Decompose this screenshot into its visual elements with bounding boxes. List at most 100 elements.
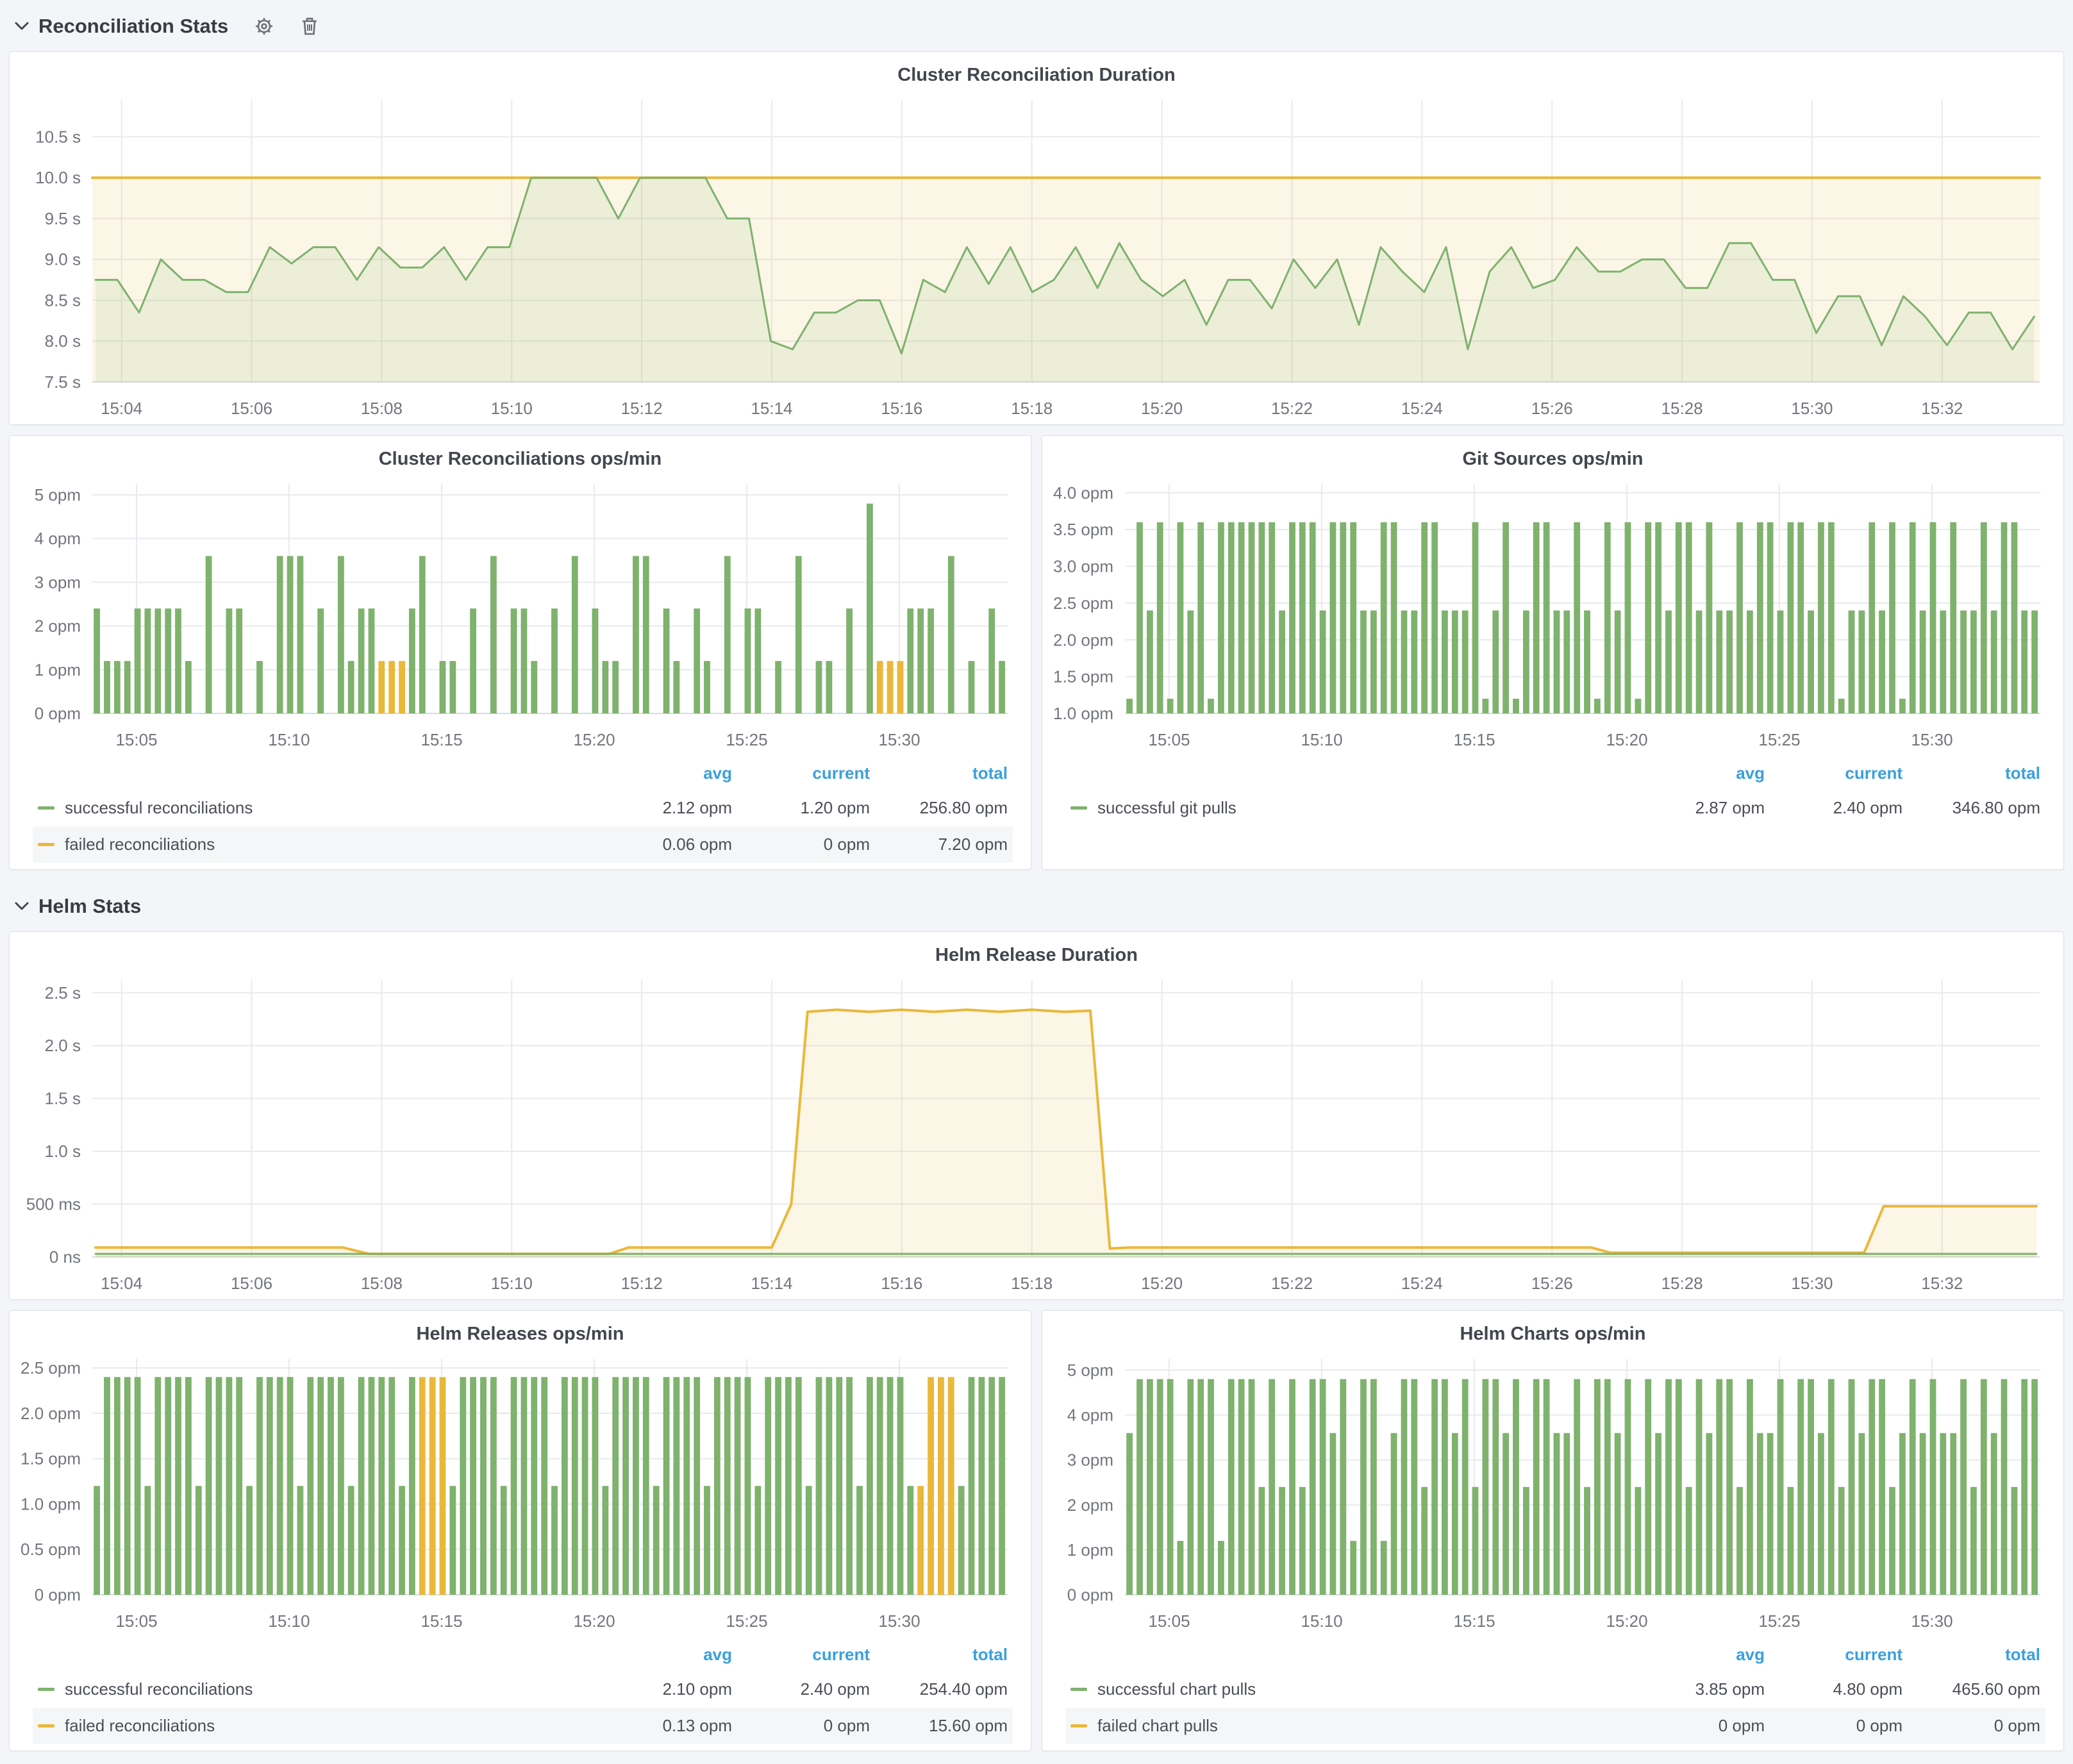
success-bar [1431,1379,1438,1595]
success-bar [947,556,954,714]
legend-sort-total[interactable]: total [870,763,1008,783]
success-bar [988,608,995,713]
legend-value-total: 465.60 opm [1902,1679,2040,1699]
success-bar [663,608,669,713]
success-bar [1635,1487,1641,1595]
success-bar [1808,1379,1814,1595]
series-color-dash-icon [38,806,54,810]
success-bar [1685,522,1692,713]
success-bar [826,1377,832,1595]
success-bar [1360,610,1367,713]
legend-series-label[interactable]: failed reconciliations [33,1716,594,1736]
y-axis-tick-label: 0.5 opm [21,1540,81,1559]
success-bar [1797,522,1804,713]
legend-value-current: 2.40 opm [732,1679,870,1699]
success-bar [1716,1379,1722,1595]
x-axis-tick-label: 15:30 [1791,1274,1833,1293]
success-bar [1848,610,1854,713]
trash-icon[interactable] [300,16,319,37]
success-bar [399,1486,405,1595]
legend-series-label[interactable]: successful reconciliations [33,1679,594,1699]
legend-series-label[interactable]: successful reconciliations [33,798,594,818]
success-bar [1940,1433,1946,1595]
success-bar [2011,522,2017,713]
success-bar [1838,699,1844,713]
legend-series-label[interactable]: failed chart pulls [1065,1716,1627,1736]
x-axis-tick-label: 15:16 [881,1274,922,1293]
legend-sort-current[interactable]: current [732,763,870,783]
panel-title[interactable]: Cluster Reconciliation Duration [10,52,2063,91]
cluster-reconciliation-duration-chart[interactable]: 15:0415:0615:0815:1015:1215:1415:1615:18… [21,91,2052,424]
success-bar [846,1377,853,1595]
legend-sort-avg[interactable]: avg [594,1645,732,1665]
success-bar [205,1377,212,1595]
section-header-reconciliation-stats[interactable]: Reconciliation Stats [14,9,2064,44]
success-bar [785,1377,792,1595]
success-bar [144,1486,151,1595]
success-bar [1503,1433,1509,1595]
legend-sort-current[interactable]: current [1765,1645,1902,1665]
panel-title[interactable]: Git Sources ops/min [1042,436,2063,475]
legend-series-label[interactable]: successful git pulls [1065,798,1627,818]
panel-title[interactable]: Cluster Reconciliations ops/min [10,436,1031,475]
success-bar [236,608,242,713]
legend-series-label[interactable]: successful chart pulls [1065,1679,1627,1699]
success-bar [1472,522,1478,713]
success-bar [2001,522,2007,713]
x-axis-tick-label: 15:12 [621,1274,663,1293]
success-bar [1665,610,1672,713]
cluster-reconciliations-chart[interactable]: 15:0515:1015:1515:2015:2515:305 opm4 opm… [21,475,1020,756]
legend-value-avg: 3.85 opm [1627,1679,1765,1699]
success-bar [1818,522,1824,713]
success-bar [1329,522,1336,713]
x-axis-tick-label: 15:15 [420,1611,462,1631]
success-bar [1858,1433,1865,1595]
success-bar [347,661,354,713]
panel-title[interactable]: Helm Charts ops/min [1042,1311,2063,1350]
legend-value-avg: 2.12 opm [594,798,732,818]
success-bar [1503,522,1509,713]
x-axis-tick-label: 15:28 [1661,399,1703,418]
success-bar [836,1377,842,1595]
success-bar [1879,610,1885,713]
section-header-helm-stats[interactable]: Helm Stats [14,889,2064,924]
x-axis-tick-label: 15:15 [1453,1611,1495,1631]
legend-sort-current[interactable]: current [1765,763,1902,783]
legend-sort-avg[interactable]: avg [1627,763,1765,783]
success-bar [1990,1433,1997,1595]
settings-gear-icon[interactable] [254,16,274,37]
success-bar [510,1377,517,1595]
y-axis-tick-label: 4 opm [1067,1406,1113,1425]
success-bar [562,1377,568,1595]
success-bar [1716,610,1722,713]
helm-release-duration-chart[interactable]: 15:0415:0615:0815:1015:1215:1415:1615:18… [21,971,2052,1299]
legend-value-total: 7.20 opm [870,835,1008,854]
legend-sort-total[interactable]: total [1902,1645,2040,1665]
legend-series-label[interactable]: failed reconciliations [33,835,594,854]
legend-sort-avg[interactable]: avg [594,763,732,783]
success-bar [1431,522,1438,713]
x-axis-tick-label: 15:18 [1011,1274,1053,1293]
helm-charts-legend: avgcurrenttotal successful chart pulls3.8… [1065,1641,2045,1744]
panel-title[interactable]: Helm Releases ops/min [10,1311,1031,1350]
success-bar [1685,1487,1692,1595]
git-sources-chart[interactable]: 15:0515:1015:1515:2015:2515:304.0 opm3.5… [1053,475,2053,756]
panel-cluster-reconciliations: Cluster Reconciliations ops/min 15:0515:… [9,435,1031,870]
legend-sort-current[interactable]: current [732,1645,870,1665]
x-axis-tick-label: 15:20 [573,1611,615,1631]
success-bar [1513,699,1519,713]
success-bar [144,608,151,713]
legend-sort-total[interactable]: total [1902,763,2040,783]
success-bar [124,1377,130,1595]
git-sources-legend: avgcurrenttotalsuccessful git pulls2.87 … [1065,760,2045,826]
helm-charts-chart[interactable]: 15:0515:1015:1515:2015:2515:305 opm4 opm… [1053,1350,2053,1637]
x-axis-tick-label: 15:10 [491,399,533,418]
legend-sort-total[interactable]: total [870,1645,1008,1665]
chevron-down-icon[interactable] [14,21,29,31]
legend-sort-avg[interactable]: avg [1627,1645,1765,1665]
helm-releases-chart[interactable]: 15:0515:1015:1515:2015:2515:302.5 opm2.0… [21,1350,1020,1637]
chevron-down-icon[interactable] [14,901,29,911]
success-bar [1655,1433,1661,1595]
panel-title[interactable]: Helm Release Duration [10,932,2063,971]
legend-value-avg: 2.10 opm [594,1679,732,1699]
